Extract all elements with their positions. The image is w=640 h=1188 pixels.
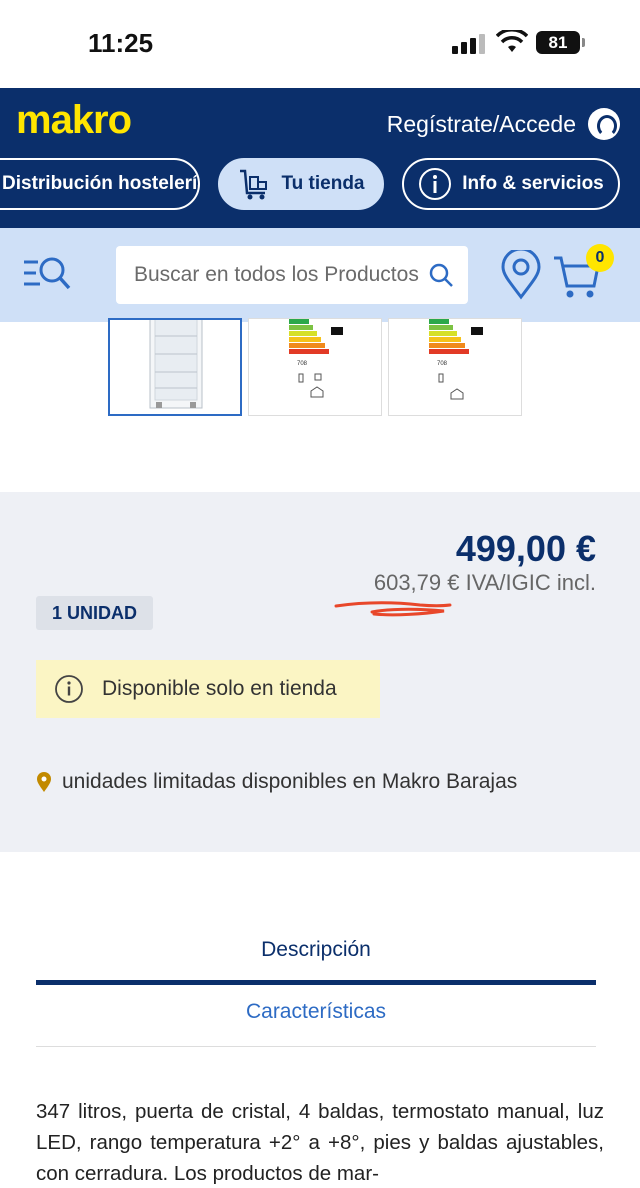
availability-notice: Disponible solo en tienda [36,660,380,718]
stock-text: unidades limitadas disponibles en Makro … [62,770,518,793]
account-link[interactable]: Regístrate/Accede [387,108,620,140]
info-icon [55,675,83,703]
availability-text: Disponible solo en tienda [102,677,337,700]
search-bar: 0 [0,228,640,322]
location-pin-icon [37,772,51,792]
tab-features[interactable]: Características [36,1000,596,1024]
price-with-vat: 603,79 € IVA/IGIC incl. [373,570,596,595]
site-header: makro Regístrate/Accede Distribución hos… [0,88,640,228]
user-icon [588,108,620,140]
menu-search-icon[interactable] [22,254,72,294]
status-bar: 11:25 81 [0,0,640,88]
active-tab-indicator [36,980,596,985]
nav-tu-tienda[interactable]: Tu tienda [218,158,384,210]
energy-label-image: 708 [289,319,343,398]
info-icon [419,168,452,200]
account-label: Regístrate/Accede [386,110,576,137]
product-gallery: 708 708 [0,318,640,492]
description-text: 347 litros, puerta de cristal, 4 baldas,… [36,1100,604,1185]
thumbnail-refrigerator[interactable] [108,318,242,416]
nav-info-servicios[interactable]: Info & servicios [402,158,620,210]
energy-value: 708 [437,361,448,367]
nav-label: Tu tienda [281,173,365,194]
thumbnail-energy-label-1[interactable]: 708 [248,318,382,416]
red-scribble-annotation [334,601,452,617]
nav-label: Info & servicios [462,173,604,194]
nav-label: Distribución hostelería [2,173,200,194]
cellular-signal-icon [452,34,488,54]
search-input[interactable] [134,263,424,287]
cart-count-badge: 0 [586,244,614,272]
clock: 11:25 [88,28,154,58]
divider [36,1046,596,1047]
store-cart-icon [240,169,268,200]
tab-description[interactable]: Descripción [36,938,596,962]
unit-badge: 1 UNIDAD [36,596,154,630]
stock-info: unidades limitadas disponibles en Makro … [36,770,517,794]
battery-icon: 81 [536,31,585,54]
thumbnail-energy-label-2[interactable]: 708 [388,318,522,416]
search-field[interactable] [116,246,468,304]
location-pin-icon[interactable] [500,250,542,300]
price-section: 499,00 € 603,79 € IVA/IGIC incl. 1 UNIDA… [0,492,640,852]
wifi-icon [496,30,528,52]
makro-logo[interactable]: makro [16,98,132,143]
refrigerator-image [149,320,203,409]
product-tabs: Descripción Características 347 litros, … [0,852,640,1188]
search-icon[interactable] [428,262,454,288]
energy-label-image: 708 [429,319,483,400]
nav-distribucion-hosteleria[interactable]: Distribución hostelería [0,158,200,210]
energy-value: 708 [297,361,308,367]
product-price: 499,00 € [455,528,596,569]
